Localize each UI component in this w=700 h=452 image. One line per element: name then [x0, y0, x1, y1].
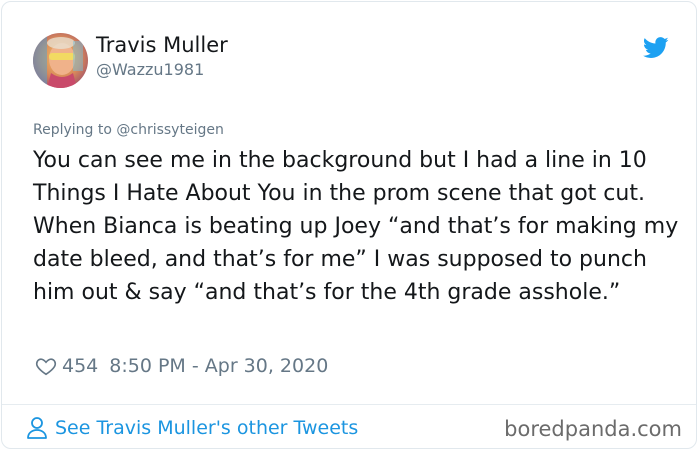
divider — [2, 404, 696, 405]
heart-icon[interactable] — [35, 355, 57, 377]
see-other-tweets-label: See Travis Muller's other Tweets — [55, 417, 359, 439]
person-icon — [27, 417, 47, 439]
tweet-text: You can see me in the background but I h… — [33, 148, 679, 305]
avatar-image — [33, 33, 88, 88]
author-handle[interactable]: @Wazzu1981 — [96, 60, 204, 79]
avatar[interactable] — [33, 33, 88, 88]
like-count: 454 — [62, 355, 99, 377]
tweet-meta: 454 8:50 PM - Apr 30, 2020 — [35, 353, 328, 379]
replying-to[interactable]: Replying to @chrissyteigen — [33, 122, 224, 138]
author-display-name[interactable]: Travis Muller — [96, 33, 228, 57]
tweet-card: Travis Muller @Wazzu1981 Replying to @ch… — [1, 1, 697, 449]
twitter-bird-icon[interactable] — [643, 37, 669, 59]
tweet-timestamp[interactable]: 8:50 PM - Apr 30, 2020 — [109, 355, 328, 377]
see-other-tweets-link[interactable]: See Travis Muller's other Tweets — [26, 416, 358, 440]
watermark: boredpanda.com — [504, 417, 682, 441]
